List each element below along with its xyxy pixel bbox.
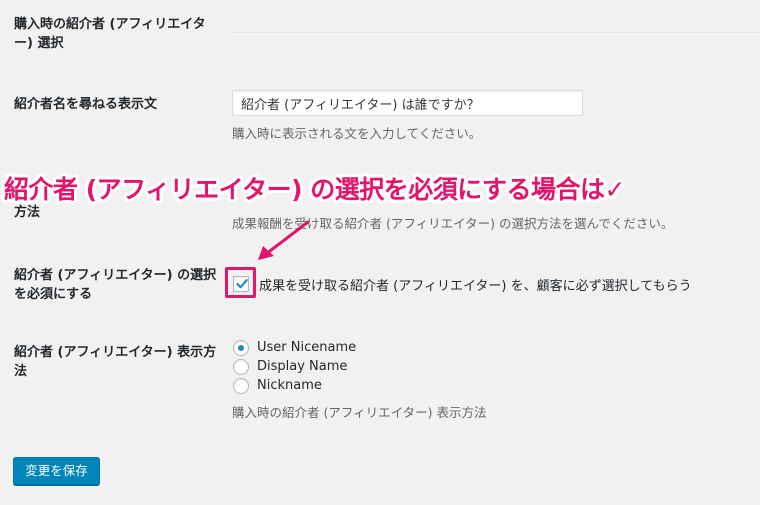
checkbox-highlight-frame	[225, 267, 256, 298]
radio-option-label[interactable]: Nickname	[257, 377, 322, 395]
radio-option-label[interactable]: User Nicename	[257, 339, 356, 357]
prompt-text-label: 紹介者名を尋ねる表示文	[14, 97, 158, 112]
radio-option-label[interactable]: Display Name	[257, 358, 347, 376]
radio-button[interactable]	[233, 359, 249, 375]
display-method-description: 購入時の紹介者 (アフィリエイター) 表示方法	[232, 405, 487, 420]
prompt-text-input[interactable]	[232, 90, 583, 116]
affiliate-selection-heading: 購入時の紹介者 (アフィリエイター) 選択	[14, 17, 206, 51]
required-checkbox-label[interactable]: 成果を受け取る紹介者 (アフィリエイター) を、顧客に必ず選択してもらう	[259, 275, 692, 294]
radio-button[interactable]	[233, 340, 249, 356]
required-label: 紹介者 (アフィリエイター) の選択を必須にする	[14, 268, 217, 302]
prompt-text-description: 購入時に表示される文を入力してください。	[232, 126, 482, 141]
annotation-callout-text: 紹介者 (アフィリエイター) の選択を必須にする場合は✓	[4, 175, 625, 204]
radio-selected-dot	[238, 345, 244, 351]
annotation-arrow-icon	[258, 220, 310, 260]
section-divider	[232, 32, 760, 33]
display-method-label: 紹介者 (アフィリエイター) 表示方法	[14, 345, 217, 379]
radio-button[interactable]	[233, 378, 249, 394]
save-changes-button[interactable]: 変更を保存	[13, 457, 100, 485]
